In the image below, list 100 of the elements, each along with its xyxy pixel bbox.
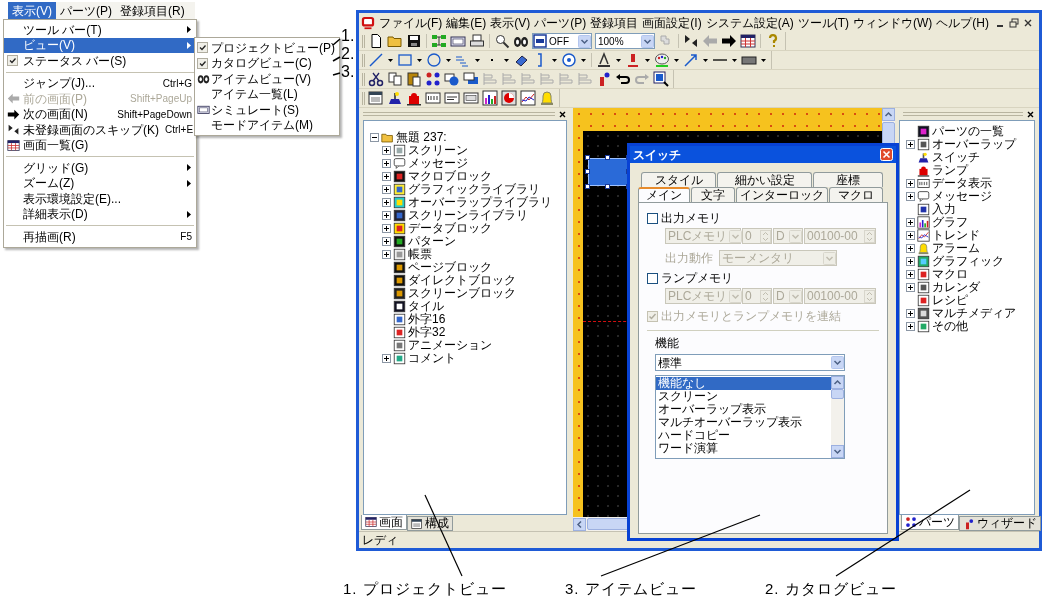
expand-icon[interactable] (906, 309, 915, 318)
push-switch-icon[interactable] (387, 90, 403, 106)
tree-item[interactable]: メッセージ (408, 157, 468, 170)
tree-item[interactable]: グラフィック (932, 255, 1004, 268)
tree-item[interactable]: コメント (408, 352, 456, 365)
menu-title[interactable]: 登録項目 (590, 13, 639, 32)
toolbar-grip[interactable] (362, 34, 365, 48)
menu-item[interactable]: ステータス バー(S) (4, 53, 196, 69)
menu-item[interactable]: アイテム一覧(L) (195, 86, 339, 102)
tree-item[interactable]: アラーム (932, 242, 980, 255)
search-icon[interactable] (494, 33, 510, 49)
vertical-scrollbar[interactable] (831, 376, 844, 458)
list-item[interactable]: ワード演算 (656, 442, 831, 455)
tree-item[interactable]: メッセージ (932, 190, 992, 203)
pie-chart-icon[interactable] (501, 90, 517, 106)
expand-icon[interactable] (382, 159, 391, 168)
tree-item[interactable]: マクロ (932, 268, 968, 281)
tree-item[interactable]: スクリーンブロック (408, 287, 516, 300)
menu-item[interactable]: 再描画(R) F5 (4, 229, 196, 245)
tree-item[interactable]: スクリーンライブラリ (408, 209, 528, 222)
tree-item[interactable]: 帳票 (408, 248, 432, 261)
tab[interactable]: マクロ (829, 187, 883, 202)
expand-icon[interactable] (906, 231, 915, 240)
menu-title[interactable]: 画面設定(I) (642, 13, 702, 32)
menu-title[interactable]: 編集(E) (446, 13, 487, 32)
diagonal-line-icon[interactable] (368, 52, 384, 68)
font-color-icon[interactable] (596, 52, 612, 68)
tab[interactable]: スタイル (641, 172, 716, 187)
expand-icon[interactable] (906, 283, 915, 292)
menu-title[interactable]: ヘルプ(H) (936, 13, 989, 32)
scissors-icon[interactable] (368, 71, 384, 87)
send-backward-icon[interactable] (463, 71, 479, 87)
expand-icon[interactable] (382, 224, 391, 233)
tree-item[interactable]: ダイレクトブロック (408, 274, 516, 287)
clipboard-icon[interactable] (406, 71, 422, 87)
bar-chart-icon[interactable] (482, 90, 498, 106)
line-chart-icon[interactable] (520, 90, 536, 106)
scroll-thumb[interactable] (831, 389, 844, 399)
menu-item[interactable]: 次の画面(N) Shift+PageDown (4, 106, 196, 122)
menu-item[interactable]: グリッド(G) (4, 160, 196, 176)
expand-icon[interactable] (906, 322, 915, 331)
expand-icon[interactable] (382, 354, 391, 363)
tab[interactable]: 画面 (361, 515, 407, 530)
tree-item[interactable]: スクリーン (408, 144, 468, 157)
bring-forward-icon[interactable] (444, 71, 460, 87)
expand-icon[interactable] (382, 198, 391, 207)
expand-icon[interactable] (382, 146, 391, 155)
toolbar-grip[interactable] (362, 53, 365, 67)
checkbox[interactable] (647, 212, 658, 224)
zoom-window-icon[interactable] (653, 71, 669, 87)
tree-item[interactable]: グラフィックライブラリ (408, 183, 540, 196)
lamp-icon[interactable] (406, 90, 422, 106)
tree-item[interactable]: パーツの一覧 (932, 125, 1004, 138)
tree-item[interactable]: その他 (932, 320, 968, 333)
palette-icon[interactable] (654, 52, 670, 68)
expand-icon[interactable] (906, 257, 915, 266)
menu-item[interactable]: 詳細表示(D) (4, 206, 196, 222)
menu-title[interactable]: パーツ(P) (56, 2, 116, 19)
list-item[interactable]: 機能なし (656, 377, 831, 390)
menu-item[interactable]: ズーム(Z) (4, 175, 196, 191)
checkbox[interactable] (647, 272, 658, 284)
tree-item[interactable]: トレンド (932, 229, 980, 242)
tab[interactable]: 構成 (407, 516, 453, 531)
folder-icon[interactable] (387, 33, 403, 49)
marker-icon[interactable] (625, 52, 641, 68)
double-arrow-icon[interactable] (683, 33, 699, 49)
pane-grip[interactable] (903, 112, 1023, 116)
arrow-icon[interactable] (683, 52, 699, 68)
dropdown[interactable]: 標準 (655, 354, 845, 371)
tree-item[interactable]: カレンダ (932, 281, 980, 294)
tree-item[interactable]: パターン (408, 235, 456, 248)
menu-title[interactable]: ファイル(F) (379, 13, 443, 32)
printer-icon[interactable] (469, 33, 485, 49)
menu-item[interactable]: 未登録画面のスキップ(K) Ctrl+E (4, 122, 196, 138)
menu-item[interactable]: 画面一覧(G) (4, 137, 196, 153)
tree-item[interactable]: レシピ (932, 294, 968, 307)
menu-title[interactable]: 表示(V) (8, 2, 56, 19)
menu-item[interactable]: モードアイテム(M) (195, 117, 339, 133)
tree-item[interactable]: ランプ (932, 164, 968, 177)
right-arrow-icon[interactable] (721, 33, 737, 49)
tab[interactable]: 細かい設定 (717, 172, 812, 187)
close-icon[interactable] (1026, 109, 1035, 119)
tree-item[interactable]: オーバーラップライブラリ (408, 196, 552, 209)
menu-item[interactable]: 表示環境設定(E)... (4, 191, 196, 207)
copy-icon[interactable] (387, 71, 403, 87)
tree-item[interactable]: マクロブロック (408, 170, 492, 183)
close-icon[interactable] (1023, 17, 1033, 28)
menu-item[interactable]: アイテムビュー(V) (195, 71, 339, 87)
tab[interactable]: メイン (638, 187, 690, 202)
new-file-icon[interactable] (368, 33, 384, 49)
menu-item[interactable]: ツール バー(T) (4, 22, 196, 38)
menu-title[interactable]: ツール(T) (797, 13, 849, 32)
dropdown[interactable]: OFF (532, 33, 592, 49)
expand-icon[interactable] (906, 244, 915, 253)
pane-grip[interactable] (363, 112, 555, 116)
toolbar-grip[interactable] (362, 72, 365, 86)
numeric-display-icon[interactable] (425, 90, 441, 106)
menu-title[interactable]: システム設定(A) (705, 13, 794, 32)
dot-cluster-icon[interactable] (425, 71, 441, 87)
list-item[interactable]: スクリーン (656, 390, 831, 403)
